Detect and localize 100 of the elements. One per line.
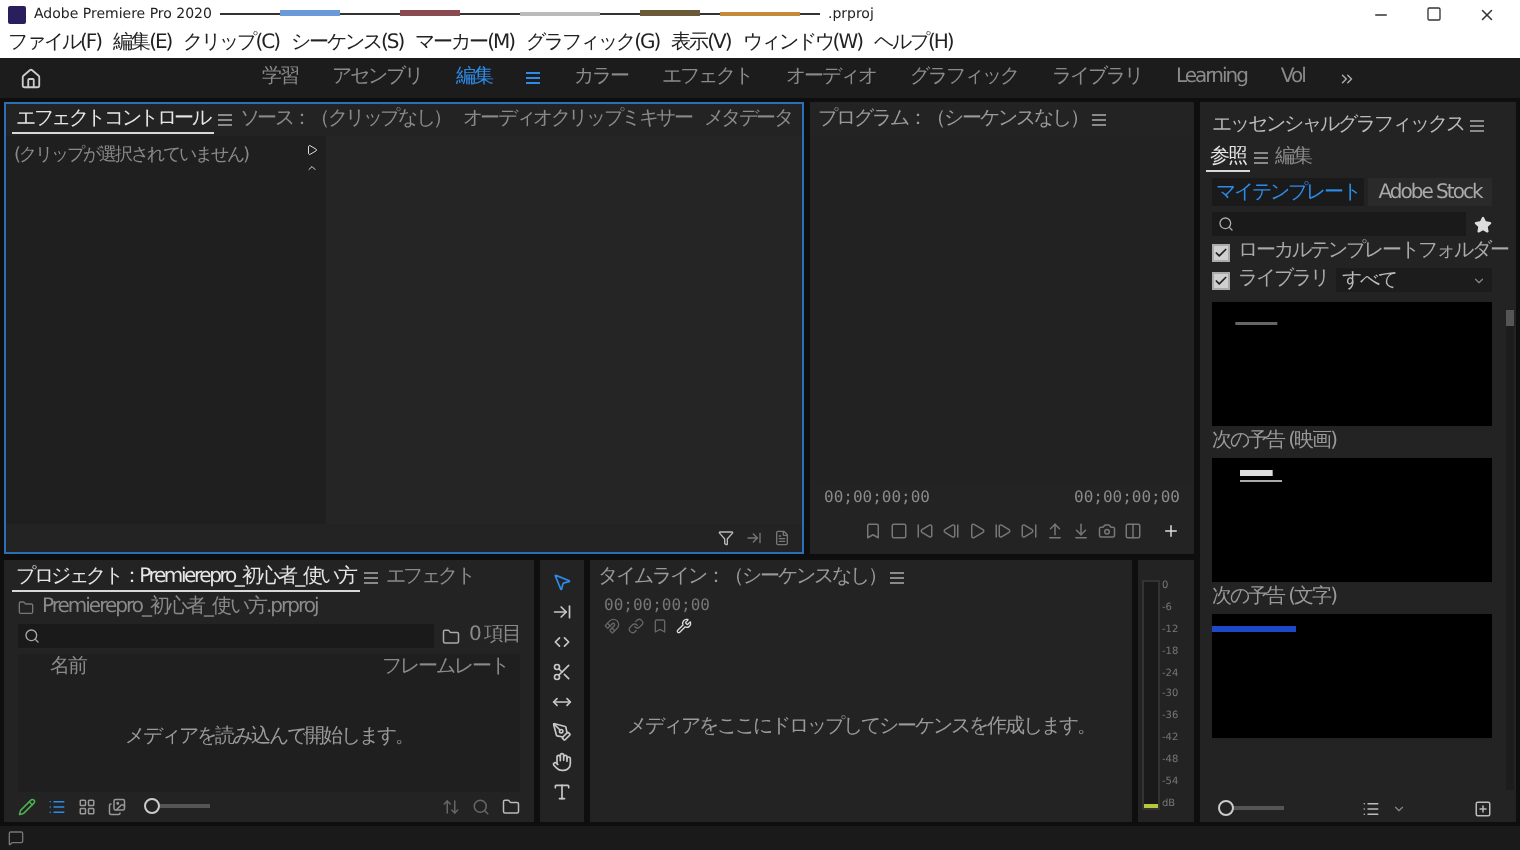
menu-item[interactable]: 表示(V) bbox=[671, 31, 731, 55]
menu-item[interactable]: 編集(E) bbox=[113, 31, 172, 55]
arrow-down-icon[interactable] bbox=[1071, 522, 1089, 540]
square-plus-icon[interactable] bbox=[1474, 799, 1492, 817]
panel-tab[interactable]: ソース：（クリップなし） bbox=[235, 107, 455, 133]
slider-thumb[interactable] bbox=[144, 798, 161, 814]
overflow-icon[interactable] bbox=[1338, 69, 1357, 87]
workspace-tab[interactable]: グラフィック bbox=[910, 66, 1018, 90]
panel-tab[interactable]: プロジェクト：Premierepro_初心者_使い方 bbox=[12, 565, 360, 591]
panel-tab[interactable]: エフェクト bbox=[381, 565, 478, 591]
pen-icon[interactable] bbox=[552, 722, 572, 742]
panel-menu-icon[interactable] bbox=[363, 572, 378, 584]
source-toggle[interactable]: Adobe Stock bbox=[1368, 178, 1492, 206]
skip-forward-icon[interactable] bbox=[1019, 522, 1037, 540]
grid-icon[interactable] bbox=[78, 797, 96, 815]
menu-item[interactable]: クリップ(C) bbox=[183, 31, 279, 55]
workspace-tab[interactable]: エフェクト bbox=[662, 66, 752, 90]
workspace-tab[interactable]: カラー bbox=[574, 66, 628, 90]
images-icon[interactable] bbox=[108, 797, 126, 815]
document-icon[interactable] bbox=[774, 530, 790, 546]
filter-icon[interactable] bbox=[718, 530, 734, 546]
workspace-tab[interactable]: Vol bbox=[1280, 66, 1305, 90]
workspace-tab[interactable]: ライブラリ bbox=[1052, 66, 1142, 90]
scissors-icon[interactable] bbox=[552, 662, 572, 682]
menu-item[interactable]: シーケンス(S) bbox=[290, 31, 404, 55]
list-icon[interactable] bbox=[48, 797, 66, 815]
panel-menu-icon[interactable] bbox=[1092, 114, 1106, 126]
magnet-icon[interactable] bbox=[604, 618, 620, 634]
menu-item[interactable]: ファイル(F) bbox=[8, 31, 102, 55]
chevrons-icon[interactable] bbox=[552, 632, 572, 652]
pencil-icon[interactable] bbox=[18, 797, 36, 815]
chevron-up-icon[interactable] bbox=[306, 162, 318, 174]
timecode: 00;00;00;00 bbox=[604, 596, 710, 614]
menu-item[interactable]: ヘルプ(H) bbox=[874, 31, 953, 55]
horizontal-arrows-icon[interactable] bbox=[552, 692, 572, 712]
panel-title: エッセンシャルグラフィックス bbox=[1212, 114, 1464, 138]
bookmark-icon[interactable] bbox=[652, 618, 668, 634]
pointer-icon[interactable] bbox=[552, 572, 572, 592]
panel-menu-icon[interactable] bbox=[217, 114, 232, 126]
empty-message: メディアをここにドロップしてシーケンスを作成します。 bbox=[627, 716, 1095, 740]
menu-item[interactable]: ウィンドウ(W) bbox=[742, 31, 862, 55]
home-icon[interactable] bbox=[20, 67, 42, 89]
panel-menu-icon[interactable] bbox=[526, 72, 540, 84]
workspace-tab[interactable]: 編集 bbox=[456, 66, 492, 90]
message-icon[interactable] bbox=[8, 830, 24, 846]
hand-icon[interactable] bbox=[552, 752, 572, 772]
square-icon[interactable] bbox=[889, 522, 907, 540]
bookmark-icon[interactable] bbox=[863, 522, 881, 540]
panel-tab[interactable]: エフェクトコントロール bbox=[12, 107, 214, 133]
column-header[interactable]: フレームレート bbox=[382, 656, 508, 680]
link-icon[interactable] bbox=[628, 618, 644, 634]
item-count: 0 項目 bbox=[468, 624, 520, 648]
slider-thumb[interactable] bbox=[1218, 800, 1235, 816]
caret-icon[interactable] bbox=[1391, 801, 1405, 815]
sort-icon[interactable] bbox=[442, 797, 460, 815]
skip-back-icon[interactable] bbox=[915, 522, 933, 540]
project-file-name: Premierepro_初心者_使い方.prproj bbox=[42, 596, 318, 620]
step-forward-icon[interactable] bbox=[993, 522, 1011, 540]
panel-tab[interactable]: 編集 bbox=[1271, 145, 1315, 171]
checkbox-label: ライブラリ bbox=[1238, 268, 1328, 292]
maximize-icon[interactable] bbox=[1426, 5, 1442, 21]
menu-item[interactable]: グラフィック(G) bbox=[526, 31, 660, 55]
search-icon[interactable] bbox=[1218, 216, 1234, 232]
checkbox[interactable] bbox=[1212, 243, 1230, 261]
step-back-icon[interactable] bbox=[941, 522, 959, 540]
panel-tab[interactable]: オーディオクリップミキサー bbox=[458, 107, 696, 133]
folder-icon[interactable] bbox=[442, 627, 461, 645]
timecode: 00;00;00;00 bbox=[1074, 488, 1180, 506]
camera-icon[interactable] bbox=[1097, 522, 1115, 540]
source-toggle[interactable]: マイテンプレート bbox=[1212, 178, 1364, 206]
type-icon[interactable] bbox=[552, 782, 572, 802]
close-icon[interactable] bbox=[1478, 5, 1496, 23]
columns-icon[interactable] bbox=[1123, 522, 1141, 540]
workspace-tab[interactable]: オーディオ bbox=[786, 66, 876, 90]
panel-tab[interactable]: メタデータ bbox=[699, 107, 796, 133]
workspace-tab[interactable]: 学習 bbox=[262, 66, 298, 90]
list-icon[interactable] bbox=[1361, 799, 1379, 817]
menu-item[interactable]: マーカー(M) bbox=[415, 31, 515, 55]
folder-icon[interactable] bbox=[502, 797, 520, 815]
search-icon[interactable] bbox=[24, 628, 40, 644]
star-icon[interactable] bbox=[1474, 215, 1492, 233]
wrench-icon[interactable] bbox=[676, 618, 692, 634]
panel-tab[interactable]: 参照 bbox=[1206, 145, 1250, 171]
arrow-to-line-icon[interactable] bbox=[552, 602, 572, 622]
workspace-tab[interactable]: Learning bbox=[1176, 66, 1247, 90]
workspace-tab[interactable]: アセンブリ bbox=[332, 66, 422, 90]
caret-icon bbox=[1472, 273, 1486, 287]
panel-menu-icon[interactable] bbox=[1470, 120, 1484, 132]
search-field[interactable] bbox=[1212, 212, 1466, 236]
app-logo bbox=[8, 5, 26, 23]
timecode: 00;00;00;00 bbox=[824, 488, 930, 506]
plus-icon[interactable] bbox=[1162, 522, 1180, 540]
library-dropdown[interactable]: すべて bbox=[1336, 268, 1492, 292]
panel-menu-icon[interactable] bbox=[1253, 152, 1268, 164]
search-field[interactable] bbox=[18, 624, 435, 648]
checkbox[interactable] bbox=[1212, 271, 1230, 289]
panel-menu-icon[interactable] bbox=[890, 572, 904, 584]
checkbox-label: ローカルテンプレートフォルダー bbox=[1238, 240, 1508, 264]
column-header[interactable]: 名前 bbox=[50, 656, 86, 680]
arrow-up-icon[interactable] bbox=[1045, 522, 1063, 540]
